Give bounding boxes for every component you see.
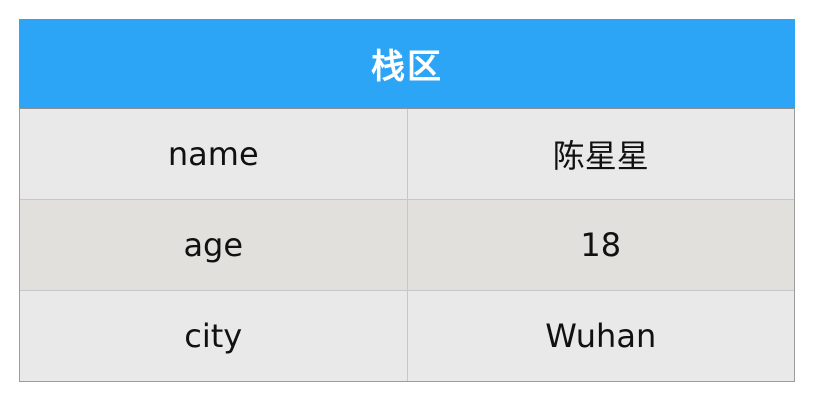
row-key: age [20,200,408,290]
stack-header: 栈区 [19,19,795,108]
row-value: 18 [580,226,622,264]
row-value: 陈星星 [552,137,649,175]
stack-row-age: age 18 [20,199,794,290]
stack-row-city: city Wuhan [20,290,794,381]
stack-row-name: name 陈星星 [20,108,794,199]
stack-rows: name 陈星星 age 18 city Wuhan [19,108,795,382]
row-key: city [20,291,408,381]
stack-table: 栈区 name 陈星星 age 18 city Wuhan [19,19,795,382]
row-value: Wuhan [545,317,657,355]
row-key: name [20,109,408,199]
